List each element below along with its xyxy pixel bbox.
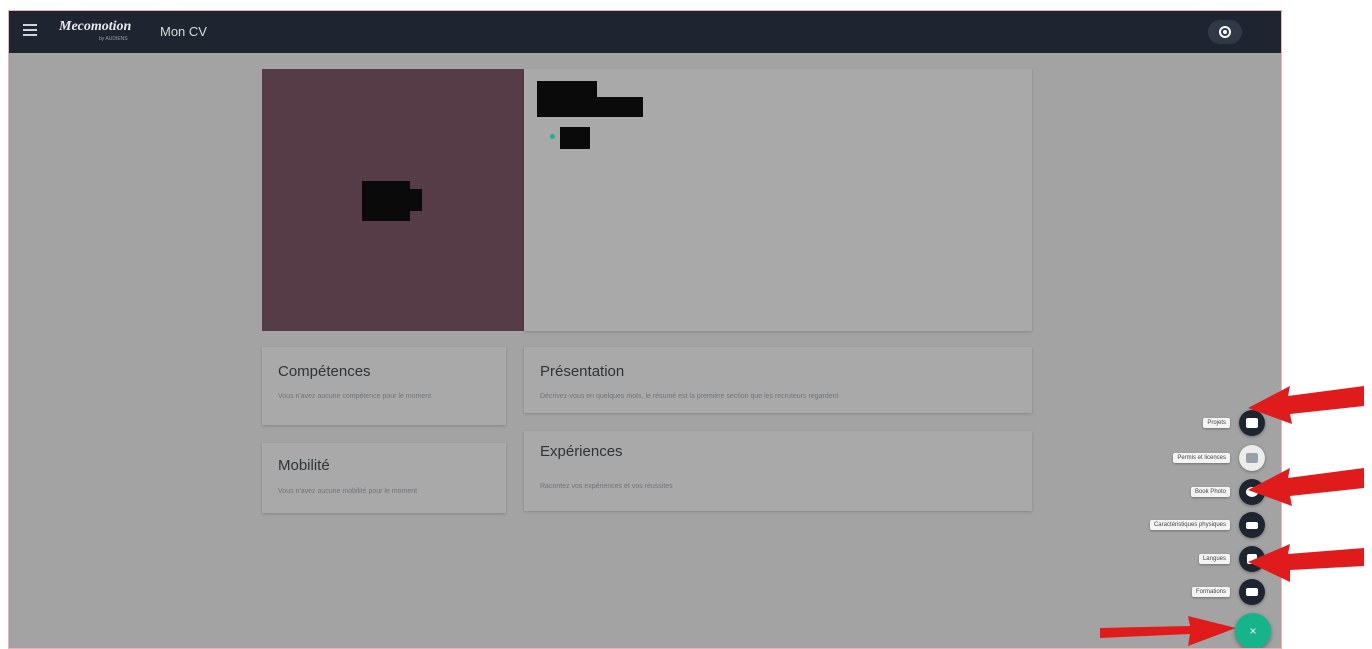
experiences-card[interactable]: Expériences Racontez vos expériences et …: [524, 431, 1032, 511]
redacted-location: [560, 127, 590, 149]
annotation-arrow-projets: [1248, 386, 1364, 424]
mobilite-title: Mobilité: [278, 457, 330, 474]
mobilite-text: Vous n'avez aucune mobilité pour le mome…: [278, 488, 418, 495]
fab-label-caracteristiques[interactable]: Caractéristiques physiques: [1149, 520, 1230, 530]
app-window: Mecomotion by AUDIENS Mon CV Compétences…: [8, 10, 1282, 649]
competences-text: Vous n'avez aucune compétence pour le mo…: [278, 393, 432, 400]
presentation-card[interactable]: Présentation Décrivez-vous en quelques m…: [524, 347, 1032, 413]
mobilite-card[interactable]: Mobilité Vous n'avez aucune mobilité pou…: [262, 443, 506, 513]
page-title: Mon CV: [160, 24, 207, 39]
id-card-icon[interactable]: [1239, 512, 1265, 538]
fab-label-permis[interactable]: Permis et licences: [1173, 453, 1230, 463]
top-bar: Mecomotion by AUDIENS Mon CV: [9, 11, 1281, 53]
location-icon: [550, 134, 555, 139]
profile-photo[interactable]: [262, 69, 524, 331]
fab-label-formations[interactable]: Formations: [1191, 587, 1230, 597]
fab-label-book-photo[interactable]: Book Photo: [1190, 487, 1230, 497]
redacted-name-line: [537, 97, 643, 117]
experiences-title: Expériences: [540, 443, 623, 460]
help-button[interactable]: [1208, 20, 1242, 44]
help-icon: [1219, 26, 1231, 38]
competences-card[interactable]: Compétences Vous n'avez aucune compétenc…: [262, 347, 506, 425]
annotation-arrow-langues: [1248, 544, 1364, 582]
annotation-arrow-fab-main: [1100, 616, 1236, 646]
annotation-arrow-book-photo: [1248, 468, 1364, 506]
fab-label-projets[interactable]: Projets: [1203, 418, 1230, 428]
redacted-photo-content: [362, 181, 422, 221]
experiences-text: Racontez vos expériences et vos réussite…: [540, 483, 673, 490]
hamburger-menu-icon[interactable]: [23, 24, 37, 38]
app-logo-subtitle: by AUDIENS: [99, 36, 128, 42]
fab-label-langues[interactable]: Langues: [1198, 554, 1230, 564]
presentation-title: Présentation: [540, 363, 625, 380]
fab-main-button[interactable]: ×: [1235, 613, 1271, 648]
competences-title: Compétences: [278, 363, 371, 380]
presentation-text: Décrivez-vous en quelques mots, le résum…: [540, 393, 839, 400]
profile-header-card[interactable]: [524, 69, 1032, 331]
fab-item-caracteristiques[interactable]: Caractéristiques physiques: [1149, 512, 1265, 538]
app-logo[interactable]: Mecomotion: [59, 19, 131, 35]
